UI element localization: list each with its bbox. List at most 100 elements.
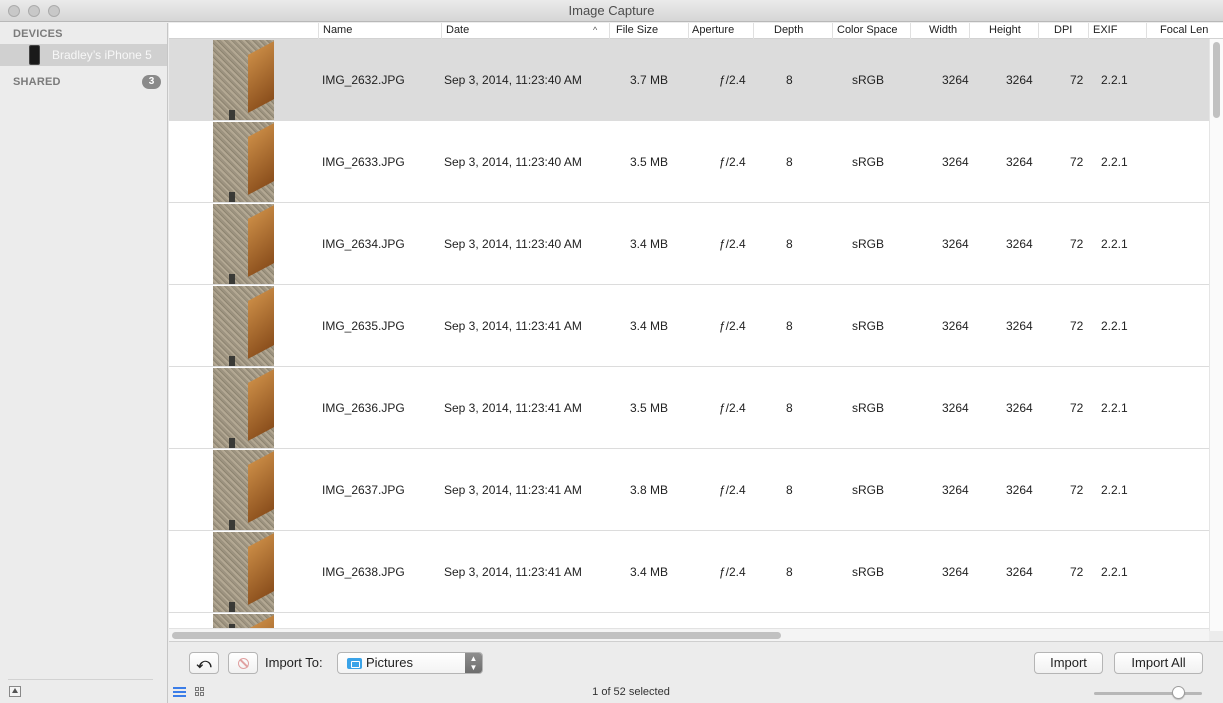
column-header-aperture[interactable]: Aperture: [688, 23, 753, 39]
exif-cell: 2.2.1: [1101, 401, 1128, 415]
column-header-width[interactable]: Width: [910, 23, 969, 39]
column-header-file-size[interactable]: File Size: [609, 23, 688, 39]
import-all-button[interactable]: Import All: [1114, 652, 1203, 674]
aperture-cell: ƒ/2.4: [719, 73, 746, 87]
file-size-cell: 3.4 MB: [630, 237, 669, 251]
exif-cell: 2.2.1: [1101, 73, 1128, 87]
table-row[interactable]: IMG_2636.JPG Sep 3, 2014, 11:23:41 AM 3.5 …: [169, 367, 1209, 449]
import-destination-popup[interactable]: Pictures ▲ ▼: [337, 652, 483, 674]
file-size-cell: 3.8 MB: [630, 483, 669, 497]
sidebar-item-iphone[interactable]: Bradley’s iPhone 5: [0, 44, 167, 66]
date-cell: Sep 3, 2014, 11:23:41 AM: [444, 565, 582, 579]
width-cell: 3264: [942, 565, 969, 579]
file-size-cell: 3.5 MB: [630, 401, 669, 415]
aperture-cell: ƒ/2.4: [719, 565, 746, 579]
date-cell: Sep 3, 2014, 11:23:40 AM: [444, 73, 582, 87]
color-space-cell: sRGB: [852, 483, 885, 497]
depth-cell: 8: [786, 483, 793, 497]
image-thumbnail: [213, 286, 274, 366]
dpi-cell: 72: [1070, 237, 1084, 251]
image-thumbnail: [213, 368, 274, 448]
import-destination-value: Pictures: [366, 655, 413, 670]
height-cell: 3264: [1006, 155, 1033, 169]
image-thumbnail: [213, 40, 274, 120]
depth-cell: 8: [786, 565, 793, 579]
shared-header[interactable]: SHARED: [13, 76, 61, 88]
width-cell: 3264: [942, 73, 969, 87]
color-space-cell: sRGB: [852, 319, 885, 333]
horizontal-scrollbar[interactable]: [169, 628, 1209, 641]
title-bar: Image Capture: [0, 0, 1223, 22]
column-header-color-space[interactable]: Color Space: [832, 23, 910, 39]
table-row[interactable]: IMG_2637.JPG Sep 3, 2014, 11:23:41 AM 3.8 …: [169, 449, 1209, 531]
dpi-cell: 72: [1070, 483, 1084, 497]
minimize-window-button[interactable]: [28, 5, 40, 17]
color-space-cell: sRGB: [852, 237, 885, 251]
rotate-left-button[interactable]: ⤺: [189, 652, 219, 674]
column-header-exif[interactable]: EXIF: [1088, 23, 1146, 39]
image-thumbnail: [213, 204, 274, 284]
dpi-cell: 72: [1070, 155, 1084, 169]
color-space-cell: sRGB: [852, 155, 885, 169]
bottom-toolbar: ⤺ Import To: Pictures ▲ ▼ Import Import A…: [169, 641, 1223, 703]
close-window-button[interactable]: [8, 5, 20, 17]
file-size-cell: 3.4 MB: [630, 319, 669, 333]
column-header-focal-length[interactable]: Focal Len: [1146, 23, 1223, 39]
dpi-cell: 72: [1070, 73, 1084, 87]
image-list: Name Date ^ File Size Aperture Depth Col…: [169, 23, 1223, 631]
exif-cell: 2.2.1: [1101, 565, 1128, 579]
column-header-dpi[interactable]: DPI: [1038, 23, 1088, 39]
width-cell: 3264: [942, 483, 969, 497]
aperture-cell: ƒ/2.4: [719, 483, 746, 497]
dpi-cell: 72: [1070, 401, 1084, 415]
date-cell: Sep 3, 2014, 11:23:40 AM: [444, 237, 582, 251]
width-cell: 3264: [942, 237, 969, 251]
height-cell: 3264: [1006, 565, 1033, 579]
horizontal-scroll-thumb[interactable]: [172, 632, 781, 639]
depth-cell: 8: [786, 319, 793, 333]
depth-cell: 8: [786, 237, 793, 251]
color-space-cell: sRGB: [852, 401, 885, 415]
file-name-cell: IMG_2637.JPG: [322, 483, 405, 497]
vertical-scrollbar[interactable]: [1209, 39, 1223, 631]
sort-ascending-icon: ^: [593, 25, 598, 35]
file-size-cell: 3.5 MB: [630, 155, 669, 169]
table-row[interactable]: IMG_2635.JPG Sep 3, 2014, 11:23:41 AM 3.4 …: [169, 285, 1209, 367]
delete-button[interactable]: [228, 652, 258, 674]
pictures-folder-icon: [347, 658, 362, 669]
date-cell: Sep 3, 2014, 11:23:40 AM: [444, 155, 582, 169]
sidebar: DEVICES Bradley’s iPhone 5 SHARED 3: [0, 23, 168, 703]
file-name-cell: IMG_2633.JPG: [322, 155, 405, 169]
table-row[interactable]: IMG_2638.JPG Sep 3, 2014, 11:23:41 AM 3.4 …: [169, 531, 1209, 613]
table-row[interactable]: IMG_2634.JPG Sep 3, 2014, 11:23:40 AM 3.4 …: [169, 203, 1209, 285]
height-cell: 3264: [1006, 237, 1033, 251]
column-header-height[interactable]: Height: [969, 23, 1038, 39]
shared-count-badge: 3: [142, 75, 161, 89]
table-row[interactable]: IMG_2632.JPG Sep 3, 2014, 11:23:40 AM 3.7 …: [169, 39, 1209, 121]
file-name-cell: IMG_2635.JPG: [322, 319, 405, 333]
file-name-cell: IMG_2634.JPG: [322, 237, 405, 251]
depth-cell: 8: [786, 73, 793, 87]
sidebar-divider: [8, 679, 153, 680]
thumbnail-size-slider-knob[interactable]: [1172, 686, 1185, 699]
vertical-scroll-thumb[interactable]: [1213, 42, 1220, 118]
depth-cell: 8: [786, 401, 793, 415]
date-cell: Sep 3, 2014, 11:23:41 AM: [444, 319, 582, 333]
import-button[interactable]: Import: [1034, 652, 1103, 674]
column-header-date[interactable]: Date: [441, 23, 609, 39]
aperture-cell: ƒ/2.4: [719, 319, 746, 333]
table-row[interactable]: IMG_2633.JPG Sep 3, 2014, 11:23:40 AM 3.5 …: [169, 121, 1209, 203]
iphone-icon: [29, 45, 40, 65]
zoom-window-button[interactable]: [48, 5, 60, 17]
aperture-cell: ƒ/2.4: [719, 155, 746, 169]
thumbnail-size-slider[interactable]: [1094, 692, 1202, 695]
color-space-cell: sRGB: [852, 73, 885, 87]
column-header-name[interactable]: Name: [318, 23, 441, 39]
exif-cell: 2.2.1: [1101, 155, 1128, 169]
column-header-depth[interactable]: Depth: [753, 23, 832, 39]
height-cell: 3264: [1006, 483, 1033, 497]
show-device-panel-icon[interactable]: [9, 686, 21, 697]
file-name-cell: IMG_2636.JPG: [322, 401, 405, 415]
exif-cell: 2.2.1: [1101, 237, 1128, 251]
width-cell: 3264: [942, 155, 969, 169]
